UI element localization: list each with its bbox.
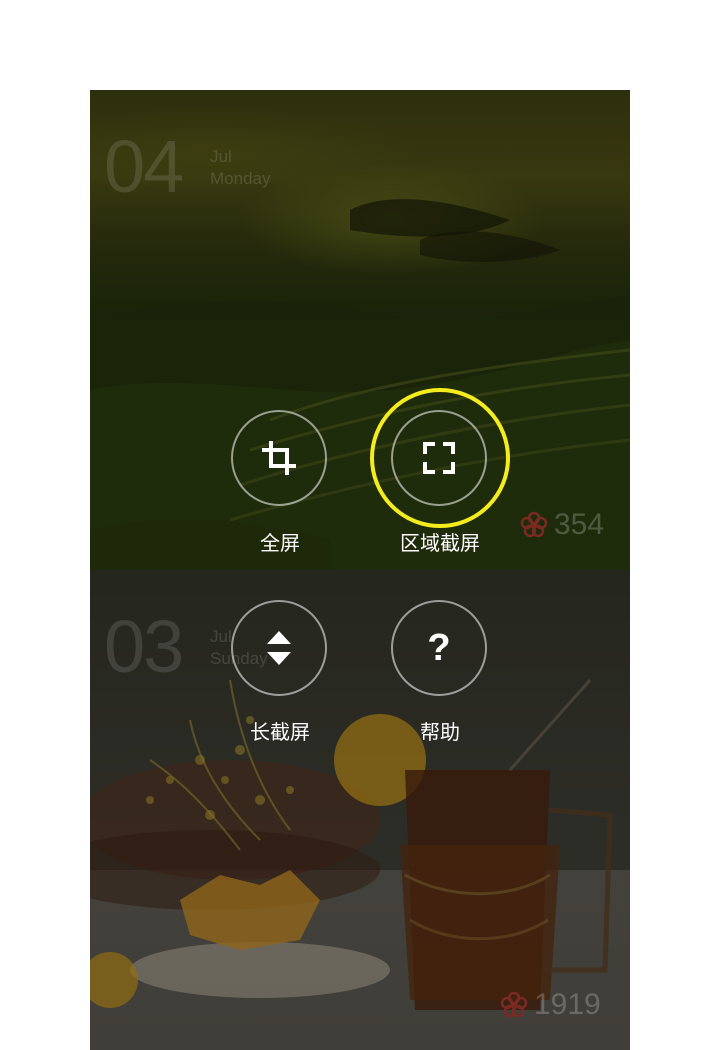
wallpaper-feed[interactable]: 04 Jul Monday 354 03 Jul Sunday 1919 (90, 90, 630, 1050)
flower-icon (520, 511, 548, 538)
crop-icon (262, 441, 296, 475)
date-weekday: Monday (210, 169, 271, 188)
scroll-arrows-icon (267, 631, 291, 665)
region-label: 区域截屏 (400, 531, 480, 555)
likes-count: 354 (554, 508, 605, 541)
likes-counter[interactable]: 354 (520, 508, 604, 542)
fullscreen-label: 全屏 (260, 531, 300, 555)
help-button[interactable]: ? (391, 600, 487, 696)
help-label: 帮助 (420, 720, 460, 744)
date-month: Jul (210, 147, 232, 166)
wallpaper-card-jul-04[interactable]: 04 Jul Monday 354 (90, 90, 630, 570)
likes-count: 1919 (534, 988, 601, 1021)
region-screenshot-button[interactable] (391, 410, 487, 506)
long-screenshot-button[interactable] (231, 600, 327, 696)
date-day: 04 (104, 125, 184, 208)
long-screenshot-label: 长截屏 (250, 720, 310, 744)
date-day: 03 (104, 605, 184, 688)
fullscreen-screenshot-button[interactable] (231, 410, 327, 506)
question-icon: ? (427, 627, 451, 669)
wallpaper-card-jul-03[interactable]: 03 Jul Sunday 1919 (90, 570, 630, 1050)
likes-counter[interactable]: 1919 (500, 988, 601, 1022)
flower-icon (500, 991, 528, 1018)
date-month: Jul (210, 627, 232, 646)
region-select-icon (423, 442, 455, 474)
